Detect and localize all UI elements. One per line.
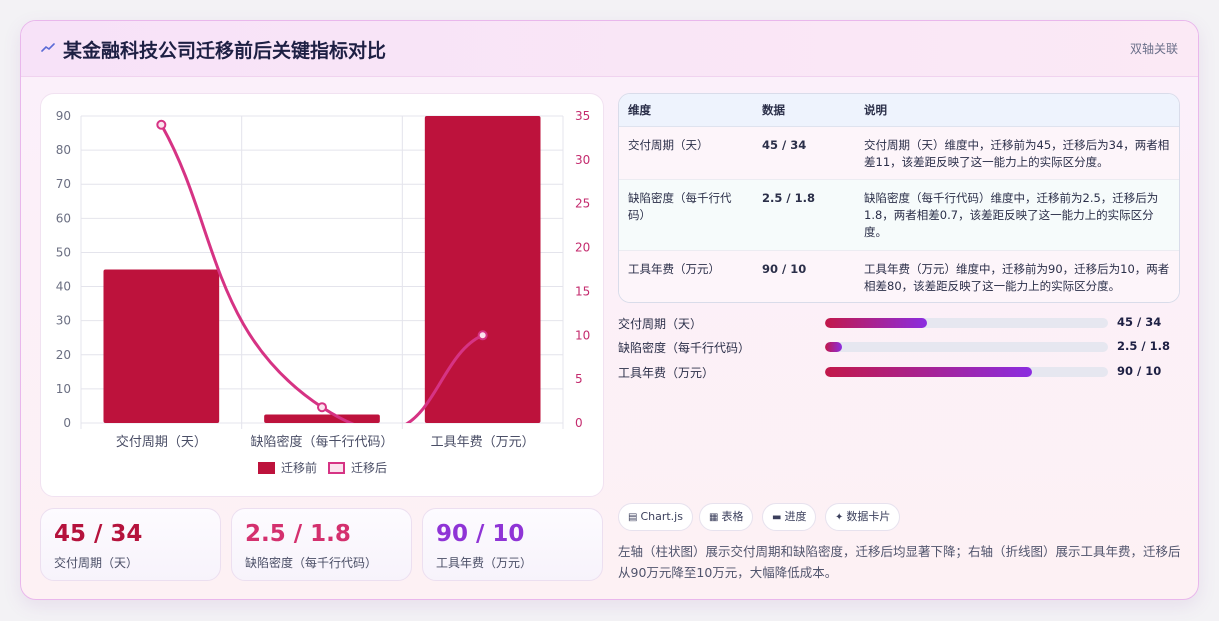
progress-value: 45 / 34 xyxy=(1117,315,1162,329)
stat-label: 缺陷密度（每千行代码） xyxy=(245,556,378,570)
right-axis-tick-label: 5 xyxy=(575,372,583,386)
table-header-data: 数据 xyxy=(753,94,855,127)
right-axis-tick-label: 15 xyxy=(575,284,590,298)
bar xyxy=(264,414,380,423)
left-axis-tick-label: 10 xyxy=(56,382,71,396)
x-axis-tick-label: 交付周期（天） xyxy=(116,434,207,450)
progress-fill xyxy=(825,367,1032,377)
left-axis-tick-label: 70 xyxy=(56,177,71,191)
page-title: 某金融科技公司迁移前后关键指标对比 xyxy=(63,40,387,62)
table-cell-description: 缺陷密度（每千行代码）维度中，迁移前为2.5，迁移后为1.8，两者相差0.7，该… xyxy=(855,179,1179,251)
x-axis-tick-label: 缺陷密度（每千行代码） xyxy=(250,434,393,450)
progress-track xyxy=(825,318,1108,328)
chip-label: 进度 xyxy=(784,510,807,523)
stat-value: 2.5 / 1.8 xyxy=(245,521,351,547)
right-axis-tick-label: 25 xyxy=(575,197,590,211)
left-axis-tick-label: 20 xyxy=(56,348,71,362)
line-point xyxy=(317,402,327,413)
card-header: 某金融科技公司迁移前后关键指标对比 双轴关联 xyxy=(21,21,1198,77)
progress-label: 缺陷密度（每千行代码） xyxy=(618,341,751,355)
trend-icon xyxy=(41,43,55,52)
stat-value: 45 / 34 xyxy=(54,521,143,547)
comparison-card: 某金融科技公司迁移前后关键指标对比 双轴关联 0 10 20 30 40 50 60 70 80… xyxy=(20,20,1199,600)
left-axis-tick-label: 30 xyxy=(56,314,71,328)
progress-label: 交付周期（天） xyxy=(618,317,703,331)
table-cell-dimension: 交付周期（天） xyxy=(619,126,753,180)
chip-data-card[interactable]: ✦ 数据卡片 xyxy=(825,503,901,531)
left-axis-tick-label: 60 xyxy=(56,211,71,225)
chip-label: 表格 xyxy=(721,510,744,523)
legend-swatch-before xyxy=(258,462,275,474)
chip-label: 数据卡片 xyxy=(846,510,891,523)
stat-card-defect: 2.5 / 1.8 缺陷密度（每千行代码） xyxy=(231,508,412,581)
table-cell-data: 2.5 / 1.8 xyxy=(753,179,855,251)
chip-table[interactable]: ▦ 表格 xyxy=(699,503,754,531)
x-axis-tick-label: 工具年费（万元） xyxy=(431,435,535,450)
legend-swatch-after xyxy=(328,462,345,474)
dual-axis-chart: 0 10 20 30 40 50 60 70 80 90 0 5 10 15 20 25 30 35 交付周期（天）… xyxy=(40,93,604,497)
data-table: 维度 数据 说明 交付周期（天） 45 / 34 交付周期（天）维度中，迁移前为… xyxy=(618,93,1180,303)
table-cell-description: 交付周期（天）维度中，迁移前为45，迁移后为34，两者相差11，该差距反映了这一… xyxy=(855,126,1179,180)
stat-value: 90 / 10 xyxy=(436,521,525,547)
progress-row-tool-fee: 工具年费（万元） 90 / 10 xyxy=(618,362,1178,382)
progress-value: 2.5 / 1.8 xyxy=(1117,339,1170,353)
table-row: 交付周期（天） 45 / 34 交付周期（天）维度中，迁移前为45，迁移后为34… xyxy=(619,126,1179,180)
table-row: 工具年费（万元） 90 / 10 工具年费（万元）维度中，迁移前为90，迁移后为… xyxy=(619,250,1179,302)
mode-tag[interactable]: 双轴关联 xyxy=(1130,40,1178,57)
chip-progress[interactable]: ▬ 进度 xyxy=(762,503,817,531)
right-axis-tick-label: 0 xyxy=(575,416,583,430)
sparkle-icon: ✦ xyxy=(835,512,844,523)
table-header-dimension: 维度 xyxy=(619,94,753,127)
left-axis-tick-label: 40 xyxy=(56,280,71,294)
right-axis-tick-label: 35 xyxy=(575,109,590,123)
table-icon: ▦ xyxy=(709,512,719,523)
stat-card-tool-fee: 90 / 10 工具年费（万元） xyxy=(422,508,603,581)
right-axis-tick-label: 10 xyxy=(575,328,590,342)
progress-row-defect: 缺陷密度（每千行代码） 2.5 / 1.8 xyxy=(618,337,1178,357)
progress-fill xyxy=(825,318,927,328)
legend-label-after: 迁移后 xyxy=(351,461,387,475)
right-axis-tick-label: 30 xyxy=(575,153,590,167)
stat-card-delivery: 45 / 34 交付周期（天） xyxy=(40,508,221,581)
progress-icon: ▬ xyxy=(772,512,782,523)
stat-label: 工具年费（万元） xyxy=(436,556,533,570)
bar xyxy=(103,269,220,423)
right-axis-tick-label: 20 xyxy=(575,241,590,255)
progress-label: 工具年费（万元） xyxy=(618,366,715,380)
line-point xyxy=(477,330,488,341)
left-axis-tick-label: 90 xyxy=(56,109,71,123)
table-cell-data: 45 / 34 xyxy=(753,126,855,180)
line-point xyxy=(156,119,167,130)
left-axis-tick-label: 0 xyxy=(63,416,71,430)
progress-fill xyxy=(825,342,842,352)
chart-icon: ▤ xyxy=(628,512,638,523)
progress-track xyxy=(825,367,1108,377)
table-row: 缺陷密度（每千行代码） 2.5 / 1.8 缺陷密度（每千行代码）维度中，迁移前… xyxy=(619,179,1179,251)
chip-label: Chart.js xyxy=(640,510,683,523)
chip-chartjs[interactable]: ▤ Chart.js xyxy=(618,503,693,531)
chart-note: 左轴（柱状图）展示交付周期和缺陷密度，迁移后均显著下降；右轴（折线图）展示工具年… xyxy=(618,544,1181,580)
table-header-description: 说明 xyxy=(855,94,1179,127)
progress-row-delivery: 交付周期（天） 45 / 34 xyxy=(618,313,1178,333)
progress-track xyxy=(825,342,1108,352)
table-cell-data: 90 / 10 xyxy=(753,250,855,302)
table-cell-dimension: 工具年费（万元） xyxy=(619,250,753,302)
table-cell-dimension: 缺陷密度（每千行代码） xyxy=(619,179,753,251)
left-axis-tick-label: 80 xyxy=(56,143,71,157)
chart-canvas: 0 10 20 30 40 50 60 70 80 90 0 5 10 15 20 25 30 35 交付周期（天）… xyxy=(56,109,591,475)
left-axis-tick-label: 50 xyxy=(56,245,71,259)
legend-label-before: 迁移前 xyxy=(281,460,317,475)
table-cell-description: 工具年费（万元）维度中，迁移前为90，迁移后为10，两者相差80，该差距反映了这… xyxy=(855,250,1179,302)
progress-value: 90 / 10 xyxy=(1117,364,1162,378)
stat-label: 交付周期（天） xyxy=(54,556,139,570)
